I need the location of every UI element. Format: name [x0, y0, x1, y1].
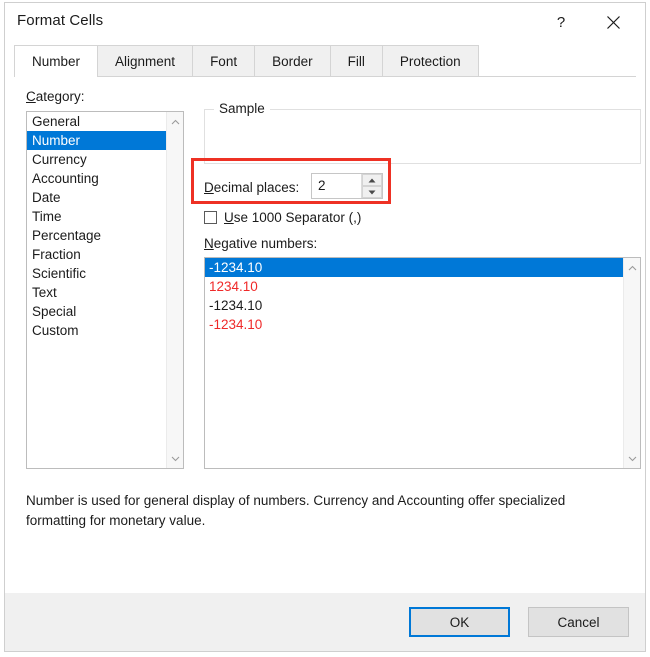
category-items: General Number Currency Accounting Date Time P… [27, 112, 166, 340]
tab-strip: Number Alignment Font Border Fill Protection [14, 45, 636, 78]
dialog-titlebar: Format Cells ? [5, 3, 645, 41]
category-label: Category: [26, 89, 85, 104]
decimal-places-stepper[interactable]: 2 [311, 173, 383, 199]
decimal-places-input[interactable]: 2 [312, 174, 363, 198]
category-scrollbar[interactable] [166, 112, 183, 468]
tab-fill[interactable]: Fill [330, 45, 383, 77]
category-listbox[interactable]: General Number Currency Accounting Date Time P… [26, 111, 184, 469]
use-1000-separator-label-text: se 1000 Separator (,) [233, 210, 362, 225]
use-1000-separator-checkbox[interactable] [204, 211, 217, 224]
tab-protection[interactable]: Protection [382, 45, 479, 77]
category-description: Number is used for general display of nu… [26, 493, 566, 528]
negative-number-item[interactable]: -1234.10 [205, 315, 623, 334]
use-1000-separator-row[interactable]: Use 1000 Separator (,) [204, 210, 361, 225]
tab-list: Number Alignment Font Border Fill Protection [14, 45, 479, 78]
category-accelerator: C [26, 89, 36, 104]
ok-button[interactable]: OK [409, 607, 510, 637]
category-item[interactable]: Number [27, 131, 166, 150]
number-tab-panel: Category: General Number Currency Accountin… [14, 77, 641, 647]
category-item[interactable]: Scientific [27, 264, 166, 283]
category-item[interactable]: Currency [27, 150, 166, 169]
category-item[interactable]: Percentage [27, 226, 166, 245]
category-item[interactable]: Fraction [27, 245, 166, 264]
close-icon [606, 15, 621, 30]
negative-numbers-scrollbar[interactable] [623, 258, 640, 468]
negative-numbers-listbox[interactable]: -1234.10 1234.10 -1234.10 -1234.10 [204, 257, 641, 469]
chevron-down-icon[interactable] [167, 450, 183, 467]
category-item[interactable]: General [27, 112, 166, 131]
decimal-places-label-text: ecimal places: [213, 180, 300, 195]
question-mark-icon: ? [556, 13, 566, 31]
negative-number-item[interactable]: 1234.10 [205, 277, 623, 296]
chevron-up-icon[interactable] [624, 259, 640, 276]
category-item[interactable]: Date [27, 188, 166, 207]
category-item[interactable]: Time [27, 207, 166, 226]
close-button[interactable] [591, 3, 635, 41]
negative-numbers-label-text: egative numbers: [213, 236, 318, 251]
decimal-places-accelerator: D [204, 180, 214, 195]
tab-number[interactable]: Number [14, 45, 99, 78]
dialog-title: Format Cells [17, 12, 104, 29]
category-item[interactable]: Accounting [27, 169, 166, 188]
chevron-up-icon[interactable] [167, 113, 183, 130]
spinner-up-icon[interactable] [362, 174, 382, 186]
sample-groupbox [204, 109, 641, 164]
negative-numbers-accelerator: N [204, 236, 214, 251]
tab-font[interactable]: Font [193, 45, 256, 77]
negative-number-item[interactable]: -1234.10 [205, 258, 623, 277]
spinner-down-icon[interactable] [362, 186, 382, 198]
use-1000-separator-accelerator: U [224, 210, 234, 225]
category-item[interactable]: Custom [27, 321, 166, 340]
chevron-down-icon[interactable] [624, 450, 640, 467]
category-item[interactable]: Special [27, 302, 166, 321]
tab-alignment[interactable]: Alignment [98, 45, 194, 77]
negative-numbers-items: -1234.10 1234.10 -1234.10 -1234.10 [205, 258, 623, 334]
negative-numbers-label: Negative numbers: [204, 236, 317, 251]
dialog-footer: OK Cancel [5, 592, 645, 651]
sample-legend: Sample [214, 101, 270, 116]
negative-number-item[interactable]: -1234.10 [205, 296, 623, 315]
format-cells-dialog: Format Cells ? Number Alignment Font Border… [4, 2, 646, 652]
cancel-button[interactable]: Cancel [528, 607, 629, 637]
decimal-places-spin-buttons [361, 174, 382, 198]
help-button[interactable]: ? [539, 3, 583, 41]
category-item[interactable]: Text [27, 283, 166, 302]
tab-border[interactable]: Border [255, 45, 331, 77]
decimal-places-label: Decimal places: [204, 180, 299, 195]
category-label-text: ategory: [35, 89, 85, 104]
use-1000-separator-label: Use 1000 Separator (,) [224, 210, 361, 225]
